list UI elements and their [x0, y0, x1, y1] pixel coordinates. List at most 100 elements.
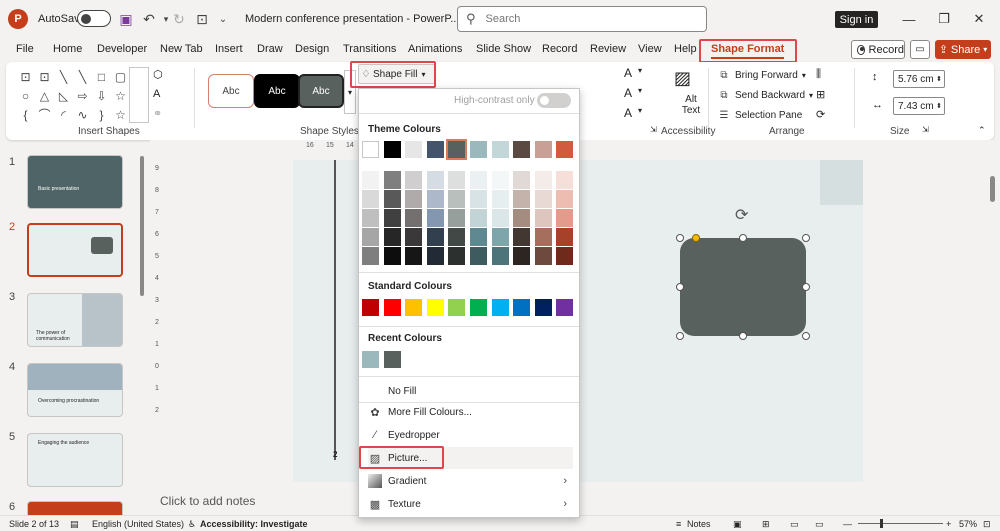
editor-scrollbar[interactable] [988, 160, 998, 500]
style-preset-3[interactable]: Abc [298, 74, 344, 108]
theme-shade-swatch[interactable] [426, 228, 444, 246]
tab-new-tab[interactable]: New Tab [160, 43, 203, 55]
selection-pane-button[interactable]: ☰ Selection Pane [717, 109, 803, 121]
theme-shade-swatch[interactable] [491, 190, 509, 208]
dialog-launcher-icon[interactable]: ⇲ [650, 125, 657, 134]
zoom-slider[interactable] [858, 523, 943, 524]
theme-shade-swatch[interactable] [362, 228, 379, 246]
zoom-slider-thumb[interactable] [880, 519, 883, 528]
recent-colour-swatch[interactable] [383, 351, 401, 368]
arc-icon[interactable]: ◜ [54, 105, 73, 124]
theme-shade-swatch[interactable] [534, 228, 552, 246]
fit-to-window-icon[interactable]: ⊡ [983, 519, 991, 530]
alt-text-icon[interactable]: ▨ [674, 68, 691, 89]
slide-thumbnail-5[interactable]: Engaging the audience [27, 433, 123, 487]
tab-animations[interactable]: Animations [408, 43, 462, 55]
send-backward-button[interactable]: ⧉ Send Backward ▾ [717, 89, 813, 101]
standard-colour-swatch[interactable] [383, 299, 401, 316]
curve-icon[interactable]: ⌒ [35, 105, 54, 124]
stepper-icon[interactable]: ⬍ [936, 102, 942, 110]
autosave-toggle[interactable] [77, 10, 111, 27]
theme-shade-swatch[interactable] [556, 228, 574, 246]
theme-shade-swatch[interactable] [426, 209, 444, 227]
tab-developer[interactable]: Developer [97, 43, 147, 55]
tab-view[interactable]: View [638, 43, 662, 55]
search-box[interactable]: ⚲ [457, 6, 707, 32]
standard-colour-swatch[interactable] [405, 299, 423, 316]
zoom-level[interactable]: 57% [959, 519, 977, 529]
theme-shade-swatch[interactable] [405, 190, 423, 208]
theme-shade-swatch[interactable] [470, 247, 487, 265]
tab-slide-show[interactable]: Slide Show [476, 43, 531, 55]
tab-help[interactable]: Help [674, 43, 697, 55]
theme-colour-swatch[interactable] [383, 141, 401, 158]
tab-insert[interactable]: Insert [215, 43, 243, 55]
accessibility-status[interactable]: Accessibility: Investigate [200, 519, 308, 529]
line-icon[interactable]: ╲ [54, 67, 73, 86]
theme-shade-swatch[interactable] [534, 171, 552, 189]
tab-review[interactable]: Review [590, 43, 626, 55]
theme-colour-swatch[interactable] [491, 141, 509, 158]
thumbnail-scrollbar[interactable] [139, 151, 145, 506]
restore-icon[interactable]: ❐ [935, 10, 953, 28]
theme-shade-swatch[interactable] [556, 171, 574, 189]
tab-home[interactable]: Home [53, 43, 82, 55]
theme-shade-swatch[interactable] [383, 171, 401, 189]
slide-thumbnail-6[interactable] [27, 501, 123, 515]
picture-item[interactable]: ▨ Picture... [368, 447, 573, 469]
theme-shade-swatch[interactable] [405, 171, 423, 189]
theme-shade-swatch[interactable] [556, 190, 574, 208]
scrollbar-thumb[interactable] [140, 156, 144, 296]
tab-draw[interactable]: Draw [257, 43, 283, 55]
theme-shade-swatch[interactable] [470, 171, 487, 189]
selected-rounded-rectangle[interactable] [680, 238, 806, 336]
line-arrow-icon[interactable]: ╲ [73, 67, 92, 86]
group-icon[interactable]: ⊞ [816, 88, 825, 101]
rotate-icon[interactable]: ⟳ [816, 108, 825, 121]
minimize-icon[interactable]: — [900, 10, 918, 28]
shape-gallery[interactable]: ⊡ ⊡ ╲ ╲ □ ▢ ○ △ ◺ ⇨ ⇩ ☆ { ⌒ ◜ ∿ } ☆ [16, 67, 130, 124]
more-shapes-icon[interactable]: ☆ [111, 105, 130, 124]
proofing-icon[interactable]: ▤ [70, 519, 79, 530]
slideshow-view-icon[interactable]: ▭ [815, 519, 824, 530]
theme-colour-swatch[interactable] [405, 141, 423, 158]
theme-shade-swatch[interactable] [405, 209, 423, 227]
stepper-icon[interactable]: ⬍ [936, 75, 942, 83]
tab-file[interactable]: File [16, 43, 34, 55]
zoom-out-icon[interactable]: — [843, 519, 852, 529]
present-icon[interactable]: ⊡ [193, 10, 211, 28]
triangle-icon[interactable]: △ [35, 86, 54, 105]
brace-icon[interactable]: { [16, 105, 35, 124]
shape-height-field[interactable]: 5.76 cm ⬍ [893, 70, 945, 88]
rotate-handle-icon[interactable]: ⟳ [735, 205, 748, 225]
adjust-handle[interactable] [692, 234, 700, 242]
theme-colour-swatch[interactable] [470, 141, 487, 158]
text-fill-dropdown-icon[interactable]: ▾ [638, 66, 642, 75]
theme-shade-swatch[interactable] [534, 209, 552, 227]
theme-shade-swatch[interactable] [491, 171, 509, 189]
theme-shade-swatch[interactable] [448, 228, 466, 246]
theme-colour-swatch[interactable] [556, 141, 574, 158]
theme-shade-swatch[interactable] [470, 209, 487, 227]
text-outline-dropdown-icon[interactable]: ▾ [638, 86, 642, 95]
theme-shade-swatch[interactable] [405, 228, 423, 246]
theme-shade-swatch[interactable] [405, 247, 423, 265]
theme-shade-swatch[interactable] [426, 190, 444, 208]
style-preset-2[interactable]: Abc [254, 74, 300, 108]
theme-shade-swatch[interactable] [383, 190, 401, 208]
standard-colour-swatch[interactable] [556, 299, 574, 316]
shape-fill-button[interactable]: ♢ Shape Fill ▾ [358, 64, 436, 84]
high-contrast-toggle[interactable] [537, 93, 571, 108]
rectangle-icon[interactable]: □ [92, 67, 111, 86]
slide-sorter-icon[interactable]: ⊞ [762, 519, 770, 530]
slide-thumbnail-2[interactable] [27, 223, 123, 277]
theme-colour-swatch[interactable] [362, 141, 379, 158]
right-triangle-icon[interactable]: ◺ [54, 86, 73, 105]
theme-colour-swatch[interactable] [534, 141, 552, 158]
theme-shade-swatch[interactable] [491, 247, 509, 265]
comments-icon[interactable]: ▭ [910, 40, 930, 59]
more-fill-colours-item[interactable]: ✿ More Fill Colours... [368, 401, 573, 423]
style-preset-1[interactable]: Abc [208, 74, 254, 108]
theme-shade-swatch[interactable] [383, 247, 401, 265]
theme-shade-swatch[interactable] [513, 228, 531, 246]
